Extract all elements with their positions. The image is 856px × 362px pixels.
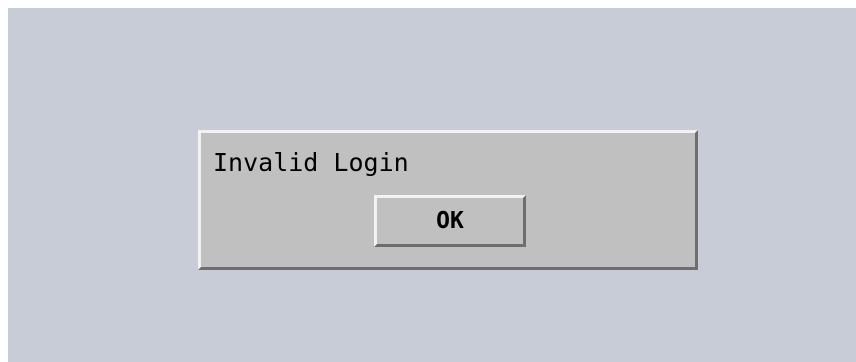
screen-background: Invalid Login OK <box>8 8 856 362</box>
ok-button[interactable]: OK <box>374 195 526 247</box>
dialog-message: Invalid Login <box>213 148 409 177</box>
ok-button-label: OK <box>436 208 464 234</box>
invalid-login-dialog: Invalid Login OK <box>198 130 698 270</box>
